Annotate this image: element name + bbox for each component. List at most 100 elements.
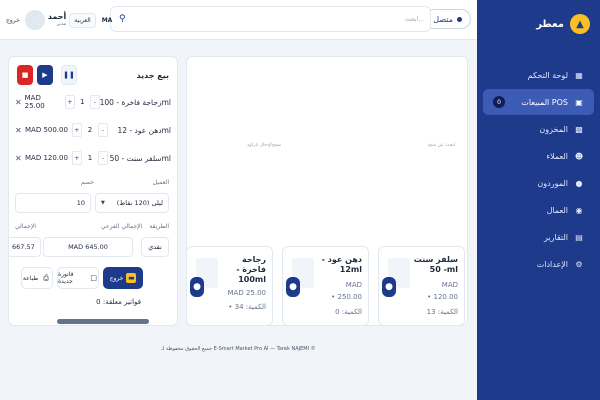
cart-line: ✕ MAD 25.00 + 1 - زجاجة فاخرة - 100ml (15, 94, 171, 110)
increase-qty-button[interactable]: + (65, 95, 75, 109)
line-name: دهن عود - 12ml (117, 125, 172, 135)
sidebar-item-dashboard[interactable]: ▦ لوحة التحكم (483, 62, 594, 88)
print-label: طباعة (22, 274, 39, 282)
product-card[interactable]: رجاحة فاخرة - 100ml ● MAD 25.00 • الكمية… (186, 246, 273, 326)
customer-select[interactable]: ▼ ليلى (120 نقاط) (95, 193, 169, 213)
line-name: زجاجة فاخرة - 100ml (99, 97, 171, 107)
line-price: MAD 120.00 (25, 154, 68, 162)
decrease-qty-button[interactable]: - (97, 123, 108, 137)
sidebar-item-label: المخزون (539, 124, 568, 134)
user-info: أحمد مدير (48, 12, 67, 27)
sidebar-item-customers[interactable]: ☻ العملاء (483, 143, 594, 169)
connection-status-badge: متصل (424, 9, 471, 29)
horizontal-scrollbar[interactable] (57, 319, 149, 324)
sidebar-item-workers[interactable]: ◉ العمال (483, 197, 594, 223)
remove-item-icon[interactable]: ✕ (15, 154, 23, 163)
workers-icon: ◉ (575, 205, 583, 215)
chevron-down-icon: ▼ (101, 200, 105, 206)
decrease-qty-button[interactable]: - (97, 151, 108, 165)
checkout-label: خروج (109, 274, 124, 282)
products-placeholder: مسح/إدخال باركود ابحث عن منتج (247, 143, 455, 148)
remove-item-icon[interactable]: ✕ (15, 98, 23, 107)
print-button[interactable]: طباعة ⎙ (21, 267, 53, 289)
sidebar-item-label: لوحة التحكم (527, 70, 568, 80)
add-to-cart-button[interactable]: ● (190, 277, 204, 297)
brand-name: معطر (536, 18, 564, 30)
total-label: الإجمالي (15, 223, 36, 230)
customer-value: ليلى (120 نقاط) (116, 199, 163, 207)
avatar[interactable] (24, 10, 45, 30)
pos-icon: ▣ (575, 97, 583, 107)
customers-icon: ☻ (574, 151, 584, 161)
total-value: 667.57 (12, 243, 35, 251)
cash-icon: ▬ (126, 273, 137, 283)
product-title: رجاحة فاخرة - 100ml (236, 255, 266, 284)
sidebar-item-suppliers[interactable]: ● الموردون (483, 170, 594, 196)
logout-link[interactable]: خروج (4, 17, 22, 24)
product-search-placeholder: ابحث عن منتج (428, 143, 455, 148)
sale-title: بيع جديد (136, 71, 169, 80)
language-button[interactable]: العربية (69, 12, 96, 28)
sidebar-item-pos[interactable]: ▣ المبيعات POS 0 (483, 89, 594, 115)
subtotal-value: MAD 645.00 (68, 243, 108, 251)
new-invoice-button[interactable]: فاتورة جديدة □ (57, 267, 99, 289)
sidebar-nav: ▦ لوحة التحكم ▣ المبيعات POS 0 ▩ المخزون… (483, 62, 594, 278)
cart-line: ✕ MAD 500.00 + 2 - دهن عود - 12ml (15, 123, 171, 137)
stock-bullet: • (228, 303, 233, 311)
pending-invoices: فواتير معلقة: 0 (96, 298, 141, 306)
product-title: دهن عود - 12ml (321, 255, 362, 274)
sidebar-item-label: المبيعات POS (521, 97, 568, 107)
currency-button[interactable]: MA (99, 14, 116, 27)
play-icon[interactable]: ▶ (37, 65, 53, 85)
dashboard-icon: ▦ (575, 70, 583, 80)
inventory-icon: ▩ (575, 124, 583, 134)
sidebar-item-label: العملاء (546, 151, 568, 161)
cart-panel: ■ ▶ ❚❚ بيع جديد ✕ MAD 25.00 + 1 - زجاجة … (8, 56, 178, 326)
stop-icon[interactable]: ■ (17, 65, 33, 85)
product-price-value: 25.00 (245, 289, 266, 297)
new-invoice-label: فاتورة جديدة (58, 271, 74, 285)
add-to-cart-button[interactable]: ● (286, 277, 300, 297)
remove-item-icon[interactable]: ✕ (15, 126, 23, 135)
discount-value: 10 (76, 199, 85, 207)
add-to-cart-button[interactable]: ● (382, 277, 396, 297)
barcode-placeholder: مسح/إدخال باركود (247, 143, 282, 148)
product-price: • 250.00 (331, 293, 362, 301)
checkout-button[interactable]: خروج ▬ (103, 267, 143, 289)
product-card[interactable]: سلفر سنت - 50ml ● MAD • 120.00 الكمية: 1… (378, 246, 465, 326)
search-box: ⚲ (110, 6, 431, 32)
sidebar-item-reports[interactable]: ▤ التقارير (483, 224, 594, 250)
discount-label: خصم (81, 179, 94, 186)
sidebar-item-settings[interactable]: ⚙ الإعدادات (483, 251, 594, 277)
increase-qty-button[interactable]: + (71, 151, 82, 165)
product-currency: MAD (441, 281, 458, 289)
customer-label: العميل (152, 179, 169, 186)
line-qty: 1 (87, 154, 93, 162)
suppliers-icon: ● (575, 178, 583, 188)
pause-icon[interactable]: ❚❚ (61, 65, 77, 85)
pos-count-badge: 0 (493, 96, 505, 108)
line-qty: 2 (87, 126, 93, 134)
discount-field[interactable]: 10 (15, 193, 91, 213)
line-qty: 1 (80, 98, 85, 106)
sidebar-item-label: التقارير (543, 232, 568, 242)
product-currency: MAD (227, 289, 244, 297)
search-icon[interactable]: ⚲ (119, 14, 129, 24)
increase-qty-button[interactable]: + (71, 123, 82, 137)
document-icon: □ (90, 274, 97, 282)
sidebar-item-label: الإعدادات (536, 259, 568, 269)
product-price-value: 250.00 (337, 293, 363, 301)
decrease-qty-button[interactable]: - (90, 95, 100, 109)
product-stock: الكمية: 13 (426, 308, 458, 316)
payment-method-select[interactable]: نقدي (141, 237, 169, 257)
search-input[interactable] (135, 7, 424, 31)
reports-icon: ▤ (575, 232, 583, 242)
printer-icon: ⎙ (43, 273, 49, 282)
user-area: خروج أحمد مدير العربية MA (4, 6, 115, 34)
settings-icon: ⚙ (575, 259, 583, 269)
brand: ▲ معطر (536, 14, 590, 34)
product-card[interactable]: دهن عود - 12ml ● MAD • 250.00 الكمية: 0 (282, 246, 369, 326)
sidebar: ▲ معطر ▦ لوحة التحكم ▣ المبيعات POS 0 ▩ … (477, 0, 600, 400)
sidebar-item-inventory[interactable]: ▩ المخزون (483, 116, 594, 142)
payment-label: الطريقة (149, 223, 169, 230)
